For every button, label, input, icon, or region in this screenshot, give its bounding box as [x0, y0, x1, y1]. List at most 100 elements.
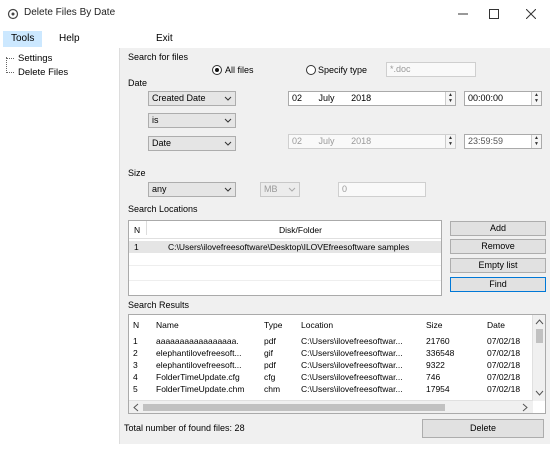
- results-header: N Name Type Location Size Date: [129, 319, 545, 331]
- scroll-right-icon[interactable]: [521, 403, 529, 412]
- from-time-value: 00:00:00: [468, 93, 504, 103]
- size-unit-value: MB: [264, 184, 278, 194]
- col-location-header[interactable]: Location: [301, 319, 333, 331]
- tree-item-delete-files[interactable]: Delete Files: [18, 67, 68, 78]
- result-type: pdf: [264, 360, 276, 370]
- to-date-picker[interactable]: 02 July 2018 ▲ ▼: [288, 134, 456, 149]
- scroll-thumb[interactable]: [536, 329, 543, 343]
- result-size: 746: [426, 372, 441, 382]
- result-row[interactable]: 1 aaaaaaaaaaaaaaaaa. pdf C:\Users\ilovef…: [129, 335, 545, 347]
- date-criteria-select[interactable]: Created Date: [148, 91, 236, 106]
- results-table: N Name Type Location Size Date 1 aaaaaaa…: [128, 314, 546, 414]
- result-n: 5: [133, 384, 138, 394]
- app-icon: [7, 8, 19, 20]
- result-row[interactable]: 3 elephantilovefreesoft... pdf C:\Users\…: [129, 359, 545, 371]
- header-divider: [129, 238, 441, 239]
- menu-exit[interactable]: Exit: [148, 31, 181, 47]
- from-month[interactable]: July: [319, 93, 335, 103]
- scroll-left-icon[interactable]: [132, 403, 140, 412]
- result-location: C:\Users\ilovefreesoftwar...: [301, 360, 403, 370]
- result-name: FolderTimeUpdate.cfg: [156, 372, 240, 382]
- file-type-input[interactable]: *.doc: [386, 62, 476, 77]
- from-day[interactable]: 02: [292, 93, 302, 103]
- add-location-button[interactable]: Add: [450, 221, 546, 236]
- empty-list-button[interactable]: Empty list: [450, 258, 546, 273]
- col-size-header[interactable]: Size: [426, 319, 443, 331]
- scroll-up-icon[interactable]: [535, 318, 544, 326]
- delete-button[interactable]: Delete: [422, 419, 544, 438]
- from-date-picker[interactable]: 02 July 2018 ▲ ▼: [288, 91, 456, 106]
- results-vertical-scrollbar[interactable]: [532, 315, 545, 401]
- result-name: aaaaaaaaaaaaaaaaa.: [156, 336, 239, 346]
- result-location: C:\Users\ilovefreesoftwar...: [301, 336, 403, 346]
- date-operator-value: is: [152, 115, 159, 125]
- size-operator-select[interactable]: any: [148, 182, 236, 197]
- from-year[interactable]: 2018: [351, 93, 371, 103]
- size-value-input[interactable]: 0: [338, 182, 426, 197]
- result-location: C:\Users\ilovefreesoftwar...: [301, 384, 403, 394]
- col-type-header[interactable]: Type: [264, 319, 282, 331]
- col-folder-header[interactable]: Disk/Folder: [279, 224, 322, 236]
- minimize-button[interactable]: [446, 0, 480, 28]
- size-unit-select[interactable]: MB: [260, 182, 300, 197]
- menu-tools[interactable]: Tools: [3, 31, 43, 47]
- specify-type-radio[interactable]: [306, 65, 316, 75]
- navigation-tree: Settings Delete Files: [0, 48, 120, 444]
- tree-item-settings[interactable]: Settings: [18, 53, 52, 64]
- search-locations-label: Search Locations: [128, 204, 198, 214]
- scroll-down-icon[interactable]: [535, 389, 544, 397]
- results-horizontal-scrollbar[interactable]: [129, 400, 533, 413]
- search-results-label: Search Results: [128, 300, 190, 310]
- location-row[interactable]: 1 C:\Users\ilovefreesoftware\Desktop\ILO…: [129, 241, 441, 253]
- remove-location-button[interactable]: Remove: [450, 239, 546, 254]
- date-label: Date: [128, 78, 148, 88]
- to-time-spinner[interactable]: ▲ ▼: [531, 135, 541, 148]
- date-range-select[interactable]: Date: [148, 136, 236, 151]
- result-n: 1: [133, 336, 138, 346]
- result-type: cfg: [264, 372, 276, 382]
- col-date-header[interactable]: Date: [487, 319, 505, 331]
- all-files-radio[interactable]: [212, 65, 222, 75]
- result-n: 4: [133, 372, 138, 382]
- close-icon: [526, 9, 536, 19]
- all-files-label: All files: [225, 65, 254, 75]
- locations-header: N Disk/Folder: [129, 224, 441, 238]
- result-date: 07/02/18: [487, 372, 521, 382]
- result-n: 2: [133, 348, 138, 358]
- to-date-spinner[interactable]: ▲ ▼: [445, 135, 455, 148]
- scroll-thumb[interactable]: [143, 404, 445, 411]
- from-time-spinner[interactable]: ▲ ▼: [531, 92, 541, 105]
- to-time-value: 23:59:59: [468, 136, 504, 146]
- spin-down-icon[interactable]: ▼: [446, 141, 455, 147]
- col-n-header[interactable]: N: [134, 224, 140, 236]
- to-year[interactable]: 2018: [351, 136, 371, 146]
- to-time-input[interactable]: 23:59:59 ▲ ▼: [464, 134, 542, 149]
- result-row[interactable]: 4 FolderTimeUpdate.cfg cfg C:\Users\ilov…: [129, 371, 545, 383]
- spin-down-icon[interactable]: ▼: [532, 141, 541, 147]
- spin-down-icon[interactable]: ▼: [446, 98, 455, 104]
- to-day[interactable]: 02: [292, 136, 302, 146]
- result-row[interactable]: 5 FolderTimeUpdate.chm chm C:\Users\ilov…: [129, 383, 545, 395]
- result-date: 07/02/18: [487, 348, 521, 358]
- menu-help[interactable]: Help: [51, 31, 88, 47]
- to-month[interactable]: July: [319, 136, 335, 146]
- maximize-icon: [489, 9, 499, 19]
- location-row-folder: C:\Users\ilovefreesoftware\Desktop\ILOVE…: [168, 242, 410, 252]
- find-button[interactable]: Find: [450, 277, 546, 292]
- col-name-header[interactable]: Name: [156, 319, 179, 331]
- from-time-input[interactable]: 00:00:00 ▲ ▼: [464, 91, 542, 106]
- result-size: 9322: [426, 360, 445, 370]
- row-divider: [129, 265, 441, 266]
- size-label: Size: [128, 168, 146, 178]
- result-date: 07/02/18: [487, 360, 521, 370]
- tree-connector: [6, 58, 14, 59]
- result-row[interactable]: 2 elephantilovefreesoft... gif C:\Users\…: [129, 347, 545, 359]
- date-operator-select[interactable]: is: [148, 113, 236, 128]
- result-name: elephantilovefreesoft...: [156, 360, 242, 370]
- col-n-header[interactable]: N: [133, 319, 139, 331]
- maximize-button[interactable]: [477, 0, 511, 28]
- chevron-down-icon: [224, 187, 232, 192]
- from-date-spinner[interactable]: ▲ ▼: [445, 92, 455, 105]
- close-button[interactable]: [514, 0, 548, 28]
- spin-down-icon[interactable]: ▼: [532, 98, 541, 104]
